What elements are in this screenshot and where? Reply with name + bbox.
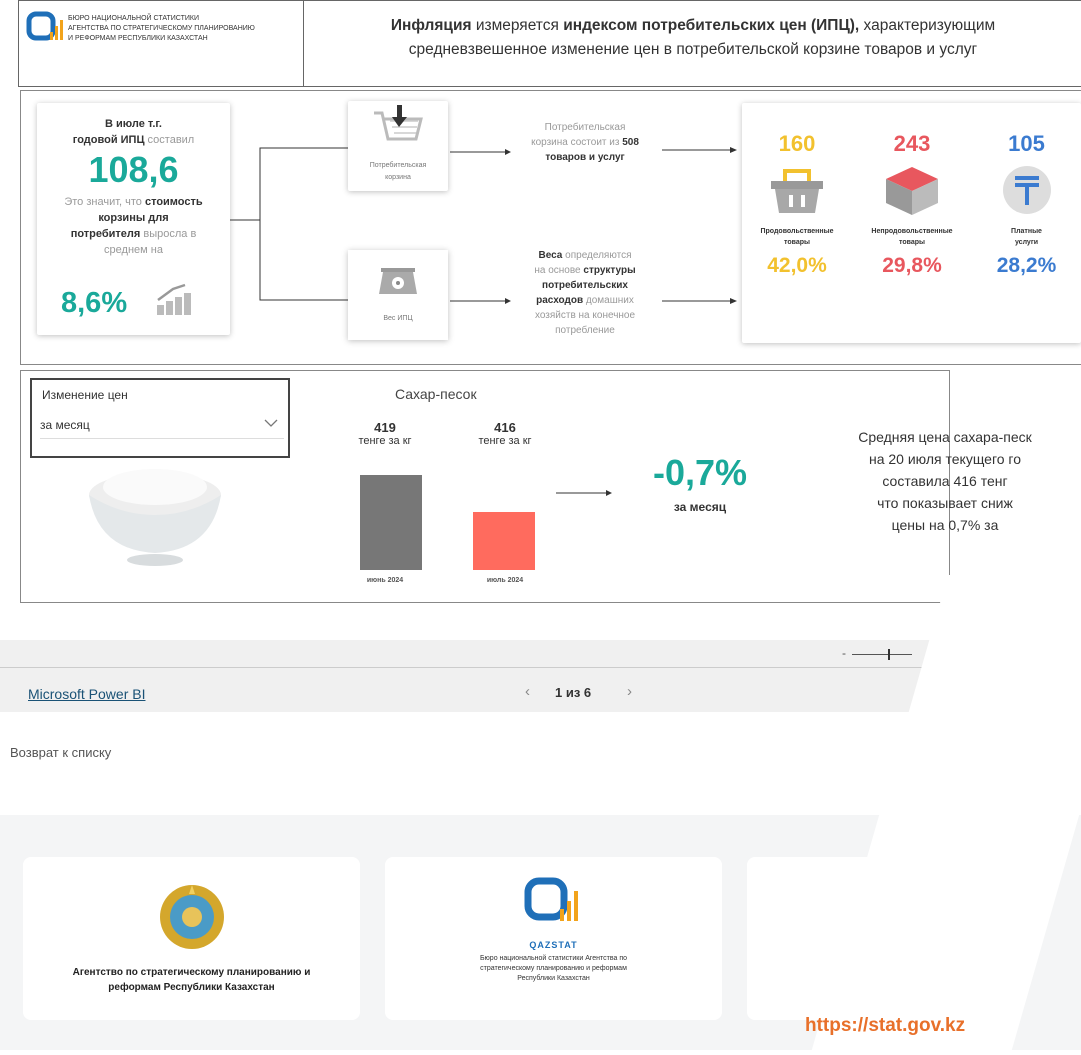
category-nonfood: 243 Непродовольственные товары 29,8% — [871, 131, 953, 277]
categories-card: 160 Продовольственные товары 42,0% 243 Не… — [742, 103, 1081, 343]
next-page-button[interactable]: › — [627, 683, 632, 700]
change-arrow — [556, 490, 612, 496]
category-services: 105 Платные услуги 28,2% — [996, 131, 1057, 277]
powerbi-footer: - Microsoft Power BI ‹ 1 из 6 › — [0, 640, 930, 712]
header-description: Инфляция измеряется индексом потребитель… — [390, 17, 996, 58]
box-icon — [886, 167, 938, 215]
zoom-out-button[interactable]: - — [842, 646, 846, 660]
sugar-description: Средняя цена сахара-песк на 20 июля теку… — [858, 429, 1032, 533]
zoom-slider[interactable] — [852, 654, 912, 655]
price-change-value: -0,7% — [652, 452, 748, 493]
emblem-icon — [159, 885, 224, 949]
basket-icon — [771, 169, 823, 213]
basket-description: Потребительская корзина состоит из 508 т… — [531, 122, 639, 163]
bar2-labels: 416 тенге за кг — [465, 420, 545, 447]
price-change-period: за месяц — [673, 500, 727, 514]
header-logo-block: БЮРО НАЦИОНАЛЬНОЙ СТАТИСТИКИ АГЕНТСТВА П… — [18, 0, 304, 87]
weights-card: Вес ИПЦ — [348, 250, 448, 340]
bar-1 — [360, 475, 422, 570]
zoom-slider-thumb[interactable] — [888, 649, 890, 660]
sugar-bowl-image — [89, 469, 221, 566]
page-indicator: 1 из 6 — [555, 685, 592, 700]
cpi-card: В июле т.г. годовой ИПЦ составил 108,6 Э… — [37, 103, 230, 335]
price-change-filter: Изменение цен за месяц — [30, 378, 290, 458]
chevron-down-icon[interactable] — [264, 418, 278, 428]
qazstat-logo-text: QAZSTAT — [529, 940, 578, 950]
qazstat-logo-icon — [26, 11, 63, 41]
cpi-month-label: В июле т.г. — [105, 118, 162, 130]
category-food: 160 Продовольственные товары 42,0% — [760, 131, 834, 277]
basket-card: Потребительская корзина — [348, 101, 448, 191]
org-card-bureau[interactable]: QAZSTAT Бюро национальной статистики Аге… — [385, 857, 722, 1020]
flow-connectors — [230, 147, 737, 304]
filter-label: Изменение цен — [42, 388, 128, 402]
scale-icon — [379, 268, 417, 294]
bar1-value-label: 419 — [374, 420, 396, 435]
bar2-value-label: 416 — [494, 420, 516, 435]
sugar-price-chart — [360, 475, 535, 570]
cpi-value: 108,6 — [88, 149, 179, 190]
chart-title: Сахар-песок — [395, 386, 477, 402]
bar1-labels: 419 тенге за кг — [345, 420, 425, 447]
bar2-category-label: июль 2024 — [486, 577, 524, 584]
cpi-growth-pct: 8,6% — [61, 287, 128, 319]
growth-chart-icon — [157, 283, 191, 315]
weights-description: Веса определяются на основе структуры по… — [534, 250, 636, 336]
bar1-category-label: июнь 2024 — [366, 577, 404, 584]
powerbi-link[interactable]: Microsoft Power BI — [28, 686, 145, 702]
filter-dropdown[interactable]: за месяц — [40, 410, 284, 439]
tenge-icon — [1002, 166, 1051, 214]
org-name: БЮРО НАЦИОНАЛЬНОЙ СТАТИСТИКИ АГЕНТСТВА П… — [68, 15, 255, 42]
back-to-list-link[interactable]: Возврат к списку — [10, 745, 111, 760]
filter-selected-value: за месяц — [40, 418, 90, 432]
source-url: https://stat.gov.kz — [805, 1015, 966, 1036]
prev-page-button[interactable]: ‹ — [525, 683, 530, 700]
shopping-cart-icon — [374, 105, 423, 141]
org-card-agency[interactable]: Агентство по стратегическому планировани… — [23, 857, 360, 1020]
bar-2 — [473, 512, 535, 570]
qazstat-logo-icon — [524, 877, 578, 921]
